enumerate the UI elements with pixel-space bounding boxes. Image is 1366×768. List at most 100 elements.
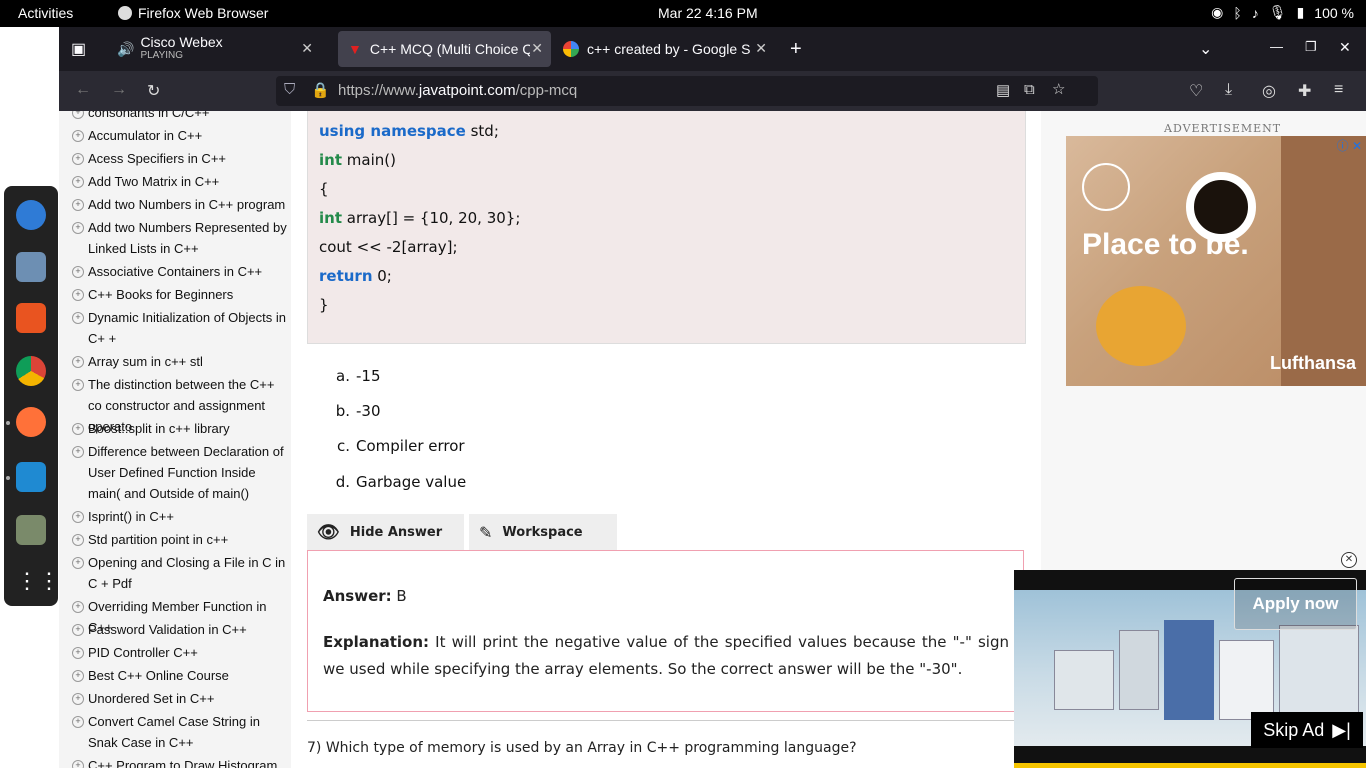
sidebar-item[interactable]: Difference between Declaration of User D… (72, 441, 291, 504)
option-text: -15 (356, 367, 381, 385)
pip-icon[interactable]: ⧉ (1024, 81, 1035, 98)
trash-icon[interactable] (16, 515, 46, 545)
chrome-icon[interactable] (16, 356, 46, 386)
sidebar-item[interactable]: Convert Camel Case String in Snak Case i… (72, 711, 291, 753)
sidebar-item[interactable]: Password Validation in C++ (72, 619, 291, 640)
javatpoint-favicon: ▼ (348, 41, 362, 57)
explanation-label: Explanation: (323, 633, 430, 651)
option-b: b. -30 (331, 402, 381, 420)
sidebar-item[interactable]: Add Two Matrix in C++ (72, 171, 291, 192)
app-menu[interactable]: Firefox Web Browser (118, 5, 268, 21)
pocket-icon[interactable]: ♡ (1189, 81, 1203, 101)
close-tab-icon[interactable]: ✕ (755, 40, 767, 57)
tab-cpp-mcq[interactable]: ▼ C++ MCQ (Multi Choice Q ✕ (338, 31, 551, 67)
battery-icon: ▮ (1296, 4, 1305, 20)
tab-title: C++ MCQ (Multi Choice Q (369, 41, 530, 57)
tab-list-icon[interactable]: ▣ (71, 39, 86, 59)
url-prefix: https://www. (338, 82, 419, 99)
code-text: std; (465, 122, 499, 140)
tab-google-search[interactable]: c++ created by - Google S ✕ (555, 31, 775, 67)
answer-value: B (391, 587, 407, 605)
sidebar-item[interactable]: Boost::split in c++ library (72, 418, 291, 439)
show-apps-icon[interactable]: ⋮⋮ (16, 566, 60, 596)
tab-subtitle: PLAYING (140, 50, 184, 61)
menu-icon[interactable]: ≡ (1334, 81, 1343, 99)
back-icon[interactable]: ← (75, 81, 91, 99)
new-tab-icon[interactable]: + (790, 38, 802, 61)
apply-now-button[interactable]: Apply now (1234, 578, 1357, 630)
url-text[interactable]: https://www.javatpoint.com/cpp-mcq (338, 82, 577, 99)
sidebar-item[interactable]: Accumulator in C++ (72, 125, 291, 146)
tracking-protection-icon[interactable]: ⛉ (284, 81, 295, 98)
ad-brand: Lufthansa (1269, 353, 1356, 373)
vscode-icon[interactable] (16, 462, 46, 492)
close-ad-icon[interactable]: ✕ (1341, 552, 1357, 568)
ad-choices-icon[interactable]: ⓘ ✕ (1337, 137, 1362, 154)
downloads-icon[interactable]: ⤓ (1225, 81, 1232, 99)
software-center-icon[interactable] (16, 303, 46, 333)
sidebar-item[interactable]: PID Controller C++ (72, 642, 291, 663)
option-letter: a. (336, 367, 350, 385)
app-name: Firefox Web Browser (138, 5, 269, 21)
edit-icon: ✎ (479, 522, 493, 542)
option-text: Compiler error (356, 437, 465, 455)
close-tab-icon[interactable]: ✕ (531, 40, 543, 57)
files-icon[interactable] (16, 252, 46, 282)
code-line: int array[] = {10, 20, 30}; (319, 209, 520, 227)
sidebar-item[interactable]: Isprint() in C++ (72, 506, 291, 527)
running-indicator (6, 476, 10, 480)
account-icon[interactable]: ◎ (1262, 81, 1276, 101)
equipment-shape (1219, 640, 1274, 720)
sidebar-item[interactable]: Array sum in c++ stl (72, 351, 291, 372)
lock-icon[interactable]: 🔒 (311, 81, 330, 99)
sidebar-item[interactable]: Dynamic Initialization of Objects in C+ … (72, 307, 291, 349)
code-line: cout << -2[array]; (319, 238, 458, 256)
close-window-icon[interactable]: ✕ (1339, 39, 1351, 56)
url-path: /cpp-mcq (515, 82, 578, 99)
list-all-tabs-icon[interactable]: ⌄ (1199, 39, 1212, 59)
option-c: c. Compiler error (331, 437, 465, 455)
sidebar-item[interactable]: Associative Containers in C++ (72, 261, 291, 282)
minimize-icon[interactable]: — (1270, 39, 1283, 54)
sidebar-item[interactable]: Unordered Set in C++ (72, 688, 291, 709)
skip-ad-button[interactable]: Skip Ad ▶| (1251, 712, 1363, 748)
reader-view-icon[interactable]: ▤ (996, 81, 1010, 99)
video-ad[interactable]: Apply now Skip Ad ▶| (1014, 570, 1366, 768)
tab-bar: ▣ 🔊 Cisco Webex PLAYING ✕ ▼ C++ MCQ (Mul… (59, 27, 1366, 71)
firefox-dock-icon[interactable] (16, 407, 46, 437)
activities-button[interactable]: Activities (18, 5, 73, 21)
close-tab-icon[interactable]: ✕ (301, 40, 313, 57)
sidebar-item[interactable]: Add two Numbers in C++ program (72, 194, 291, 215)
workspace-button[interactable]: ✎ Workspace (469, 514, 617, 550)
forward-icon[interactable]: → (111, 81, 127, 99)
sidebar-item[interactable]: Best C++ Online Course (72, 665, 291, 686)
sidebar-item[interactable]: consonants in C/C++ (72, 111, 291, 123)
tab-webex[interactable]: 🔊 Cisco Webex PLAYING ✕ (111, 31, 321, 67)
clock[interactable]: Mar 22 4:16 PM (658, 5, 758, 21)
sidebar-item[interactable]: Acess Specifiers in C++ (72, 148, 291, 169)
audio-playing-icon[interactable]: 🔊 (117, 41, 134, 58)
url-bar[interactable]: ⛉ 🔒 https://www.javatpoint.com/cpp-mcq ▤… (276, 76, 1098, 106)
extensions-icon[interactable]: ✚ (1298, 81, 1311, 101)
sidebar-item[interactable]: C++ Books for Beginners (72, 284, 291, 305)
sidebar-item[interactable]: Opening and Closing a File in C in C + P… (72, 552, 291, 594)
tab-title: Cisco Webex (140, 35, 223, 49)
code-keyword: int (319, 209, 342, 227)
hide-answer-button[interactable]: 👁 Hide Answer (307, 514, 464, 550)
code-keyword: using namespace (319, 122, 466, 140)
lufthansa-ad[interactable]: Place to be. Lufthansa ⓘ ✕ (1066, 136, 1366, 386)
tab-title: c++ created by - Google S (587, 41, 751, 57)
restore-icon[interactable]: ❐ (1305, 39, 1317, 55)
sidebar-item[interactable]: Add two Numbers Represented by Linked Li… (72, 217, 291, 259)
reload-icon[interactable]: ↻ (147, 81, 160, 101)
system-tray[interactable]: ◉ ᛒ ♪ 🎙 ▮ 100 % (1211, 4, 1354, 21)
bookmark-star-icon[interactable]: ☆ (1052, 80, 1065, 98)
option-letter: c. (336, 437, 350, 455)
sidebar-item[interactable]: Std partition point in c++ (72, 529, 291, 550)
thunderbird-icon[interactable] (16, 200, 46, 230)
code-block: using namespace std; int main() { int ar… (307, 111, 1026, 344)
option-letter: d. (335, 473, 350, 491)
sidebar-item[interactable]: C++ Program to Draw Histogram (72, 755, 291, 768)
code-text: 0; (372, 267, 392, 285)
answer-label: Answer: (323, 587, 392, 605)
